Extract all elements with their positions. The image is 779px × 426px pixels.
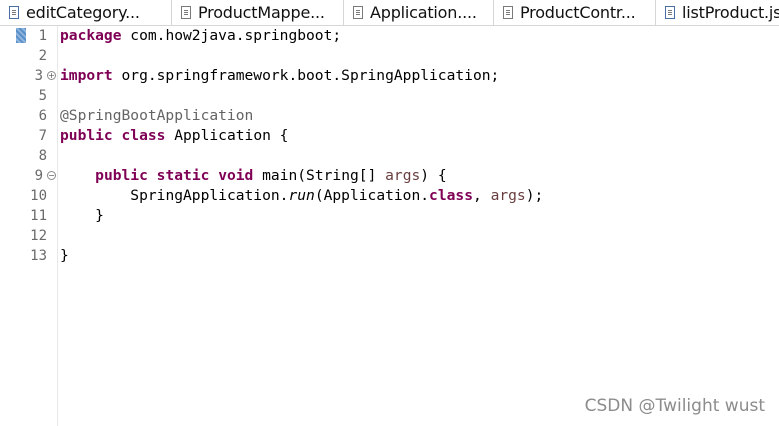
tab-label: ProductContr... <box>520 3 636 22</box>
code-text: package com.how2java.springboot; <box>60 27 342 44</box>
editor-tab-bar: editCategory... ProductMappe... Applicat… <box>0 0 779 26</box>
tab-application[interactable]: Application.... <box>344 0 494 25</box>
code-line: 1 package com.how2java.springboot; <box>0 26 779 46</box>
line-number: 5 <box>38 88 47 104</box>
line-number: 2 <box>38 48 47 64</box>
tab-label: Application.... <box>370 3 477 22</box>
tab-list-product[interactable]: listProduct.jsp <box>656 0 779 25</box>
code-editor[interactable]: 1 package com.how2java.springboot; 2 3 +… <box>0 26 779 426</box>
file-icon <box>353 6 363 19</box>
line-number: 6 <box>38 108 47 124</box>
tab-label: listProduct.jsp <box>682 3 779 22</box>
tab-edit-category[interactable]: editCategory... <box>0 0 172 25</box>
code-line: 9 − public static void main(String[] arg… <box>0 166 779 186</box>
line-number: 3 <box>34 68 43 84</box>
code-text: public static void main(String[] args) { <box>95 167 447 184</box>
line-number: 11 <box>30 208 47 224</box>
code-line: 7 public class Application { <box>0 126 779 146</box>
line-number: 12 <box>30 228 47 244</box>
code-line: 10 SpringApplication.run(Application.cla… <box>0 186 779 206</box>
watermark: CSDN @Twilight wust <box>584 396 765 416</box>
file-icon <box>181 6 191 19</box>
line-number: 7 <box>38 128 47 144</box>
code-line: 3 + import org.springframework.boot.Spri… <box>0 66 779 86</box>
tab-product-mapper[interactable]: ProductMappe... <box>172 0 344 25</box>
code-line: 11 } <box>0 206 779 226</box>
code-text: } <box>95 207 104 224</box>
collapse-fold-icon[interactable]: − <box>47 171 56 180</box>
line-number: 8 <box>38 148 47 164</box>
code-line: 12 <box>0 226 779 246</box>
code-text: public class Application { <box>60 127 289 144</box>
code-line: 6 @SpringBootApplication <box>0 106 779 126</box>
tab-label: editCategory... <box>26 3 140 22</box>
code-text: SpringApplication.run(Application.class,… <box>130 187 544 204</box>
code-line: 13 } <box>0 246 779 266</box>
code-text: import org.springframework.boot.SpringAp… <box>60 67 500 84</box>
code-line: 2 <box>0 46 779 66</box>
code-line: 5 <box>0 86 779 106</box>
code-text: } <box>60 247 69 264</box>
line-number: 1 <box>38 28 47 44</box>
line-number: 13 <box>30 248 47 264</box>
tab-label: ProductMappe... <box>198 3 325 22</box>
line-number: 9 <box>34 168 43 184</box>
expand-fold-icon[interactable]: + <box>47 71 56 80</box>
code-line: 8 <box>0 146 779 166</box>
code-text: @SpringBootApplication <box>60 107 254 124</box>
file-icon <box>665 6 675 19</box>
file-icon <box>503 6 513 19</box>
line-number: 10 <box>30 188 47 204</box>
tab-product-controller[interactable]: ProductContr... <box>494 0 656 25</box>
file-icon <box>9 6 19 19</box>
